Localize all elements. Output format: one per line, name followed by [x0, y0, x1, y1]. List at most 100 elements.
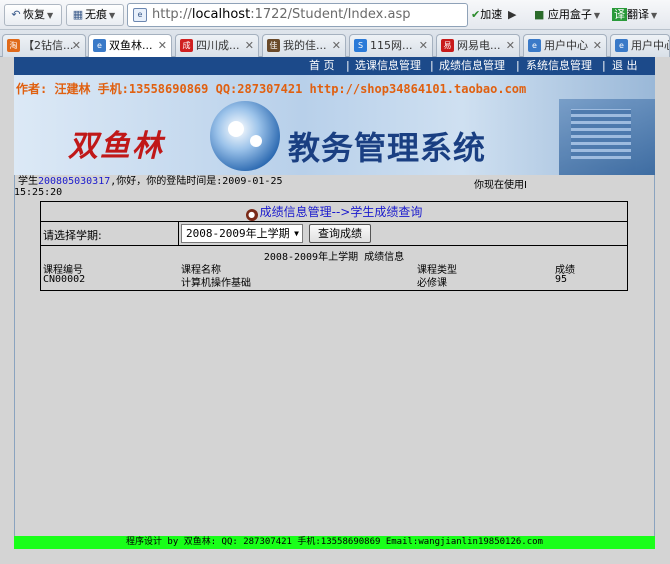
- logo-text-left: 双鱼林: [68, 129, 164, 164]
- cell-divider: [178, 222, 179, 246]
- logo-dot: [250, 135, 262, 147]
- favicon-icon: 淘: [7, 39, 20, 52]
- close-icon[interactable]: ✕: [419, 35, 428, 56]
- favicon-icon: e: [615, 39, 628, 52]
- panel-title-text[interactable]: 成绩信息管理-->学生成绩查询: [260, 205, 423, 219]
- semester-row: 请选择学期: 2008-2009年上学期 ▼ 查询成绩: [41, 222, 627, 246]
- browser-tab[interactable]: S 115网... ✕: [349, 34, 433, 57]
- close-icon[interactable]: ✕: [72, 35, 81, 56]
- tab-label: 用户中心: [631, 39, 669, 52]
- shield-check-icon: ✔: [471, 8, 481, 21]
- private-icon: ▦: [72, 8, 84, 21]
- status-prefix: 学生: [18, 176, 38, 187]
- favicon-icon: e: [528, 39, 541, 52]
- table-header: 课程编号 课程名称 课程类型 成绩: [43, 261, 627, 276]
- panel-title: ● 成绩信息管理-->学生成绩查询: [41, 202, 627, 222]
- using-text: 你现在使用I: [474, 180, 527, 191]
- chevron-down-icon: ▼: [651, 11, 658, 20]
- course-name-cell: 计算机操作基础: [181, 278, 251, 289]
- favicon-icon: 易: [441, 39, 454, 52]
- course-type-cell: 必修课: [417, 278, 447, 289]
- chevron-down-icon: ▼: [47, 11, 54, 20]
- browser-toolbar: ↶ 恢复 ▼ ▦ 无痕 ▼ e http://localhost:1722/Studen…: [0, 0, 670, 30]
- appbox-button[interactable]: ■ 应用盒子 ▼: [534, 4, 600, 26]
- semester-select[interactable]: 2008-2009年上学期 ▼: [181, 224, 303, 243]
- translate-button[interactable]: 译翻译 ▼: [612, 4, 657, 26]
- query-grades-button[interactable]: 查询成绩: [309, 224, 371, 243]
- address-bar[interactable]: e http://localhost:1722/Student/Index.as…: [127, 3, 468, 27]
- status-greeting: ,你好，你的登陆时间是:2009-01-25: [110, 176, 283, 187]
- nav-separator: |: [430, 59, 434, 72]
- tab-label: 网易电...: [457, 39, 501, 52]
- tab-label: 我的佳...: [283, 39, 327, 52]
- table-row: CN00002 计算机操作基础 必修课 95: [43, 274, 627, 289]
- tab-label: 【2钻信...: [23, 39, 74, 52]
- score-cell: 95: [555, 274, 568, 285]
- page-icon: e: [133, 8, 147, 22]
- box-icon: ■: [534, 8, 545, 21]
- nav-logout[interactable]: 退 出: [612, 57, 638, 75]
- footer-bar: 程序设计 by 双鱼林: QQ: 287307421 手机:1355869086…: [14, 536, 655, 549]
- chevron-down-icon: ▼: [294, 229, 299, 238]
- address-text[interactable]: http://localhost:1722/Student/Index.asp: [152, 7, 411, 22]
- restore-button[interactable]: ↶ 恢复 ▼: [4, 4, 62, 26]
- nav-grades[interactable]: 成绩信息管理: [439, 57, 505, 75]
- nav-separator: |: [346, 59, 350, 72]
- tab-bar: 淘【2钻信... ✕ e 双鱼林... ✕ 成四川成... ✕ 佳我的佳... ✕ S 115网..…: [0, 30, 670, 58]
- logo-emblem: [210, 101, 280, 171]
- semester-label: 请选择学期:: [43, 229, 102, 242]
- close-icon[interactable]: ✕: [158, 35, 167, 56]
- undo-icon: ↶: [11, 8, 21, 21]
- tab-label: 115网...: [370, 39, 413, 52]
- close-icon[interactable]: ✕: [506, 35, 515, 56]
- login-time: 15:25:20: [14, 187, 63, 198]
- forward-icon[interactable]: ▶: [508, 4, 516, 26]
- tab-label: 双鱼林...: [109, 39, 153, 52]
- address-rest: :1722/Student/Index.asp: [250, 7, 411, 22]
- browser-tab[interactable]: 成四川成... ✕: [175, 34, 259, 57]
- close-icon[interactable]: ✕: [332, 35, 341, 56]
- address-prefix: http://: [152, 7, 192, 22]
- browser-tab[interactable]: 淘【2钻信... ✕: [2, 34, 86, 57]
- favicon-icon: 佳: [267, 39, 280, 52]
- favicon-icon: S: [354, 39, 367, 52]
- close-icon[interactable]: ✕: [245, 35, 254, 56]
- page-viewport: 首 页 | 选课信息管理 | 成绩信息管理 | 系统信息管理 | 退 出 作者:…: [0, 57, 670, 564]
- header-banner: 作者: 汪建林 手机:13558690869 QQ:287307421 http…: [14, 75, 655, 175]
- close-icon[interactable]: ✕: [593, 35, 602, 56]
- translate-icon: 译: [612, 8, 627, 21]
- top-nav: 首 页 | 选课信息管理 | 成绩信息管理 | 系统信息管理 | 退 出: [14, 57, 655, 75]
- tab-label: 四川成...: [196, 39, 240, 52]
- restore-label: 恢复: [23, 8, 45, 21]
- tab-label: 用户中心: [544, 39, 588, 52]
- nav-separator: |: [602, 59, 606, 72]
- appbox-label: 应用盒子: [547, 8, 592, 21]
- nav-system[interactable]: 系统信息管理: [526, 57, 592, 75]
- browser-tab[interactable]: e 双鱼林... ✕: [88, 34, 172, 58]
- student-id-link[interactable]: 200805030317: [38, 176, 110, 187]
- private-mode-button[interactable]: ▦ 无痕 ▼: [66, 4, 124, 26]
- browser-tab[interactable]: 易网易电... ✕: [436, 34, 520, 57]
- accelerate-label: 加速: [480, 8, 503, 21]
- chevron-down-icon: ▼: [109, 11, 116, 20]
- course-code-cell: CN00002: [43, 274, 86, 285]
- building-image: [559, 99, 655, 175]
- browser-tab[interactable]: 佳我的佳... ✕: [262, 34, 346, 57]
- address-host: localhost: [191, 7, 251, 22]
- logo-dot: [228, 121, 244, 137]
- semester-value: 2008-2009年上学期: [186, 227, 290, 240]
- favicon-icon: 成: [180, 39, 193, 52]
- nav-course[interactable]: 选课信息管理: [355, 57, 421, 75]
- nav-home[interactable]: 首 页: [309, 57, 335, 75]
- nav-separator: |: [516, 59, 520, 72]
- browser-tab[interactable]: e用户中心: [610, 34, 670, 57]
- private-label: 无痕: [85, 8, 107, 21]
- login-status: 学生200805030317,你好，你的登陆时间是:2009-01-25 15:…: [14, 175, 655, 198]
- logo-text-right: 教务管理系统: [288, 129, 487, 167]
- grade-query-panel: ● 成绩信息管理-->学生成绩查询 请选择学期: 2008-2009年上学期 ▼ …: [40, 201, 628, 291]
- translate-label: 翻译: [627, 8, 649, 21]
- browser-tab[interactable]: e 用户中心 ✕: [523, 34, 607, 57]
- author-line: 作者: 汪建林 手机:13558690869 QQ:287307421 http…: [16, 82, 527, 96]
- chevron-down-icon: ▼: [593, 11, 601, 20]
- accelerate-button[interactable]: ✔加速: [471, 4, 502, 26]
